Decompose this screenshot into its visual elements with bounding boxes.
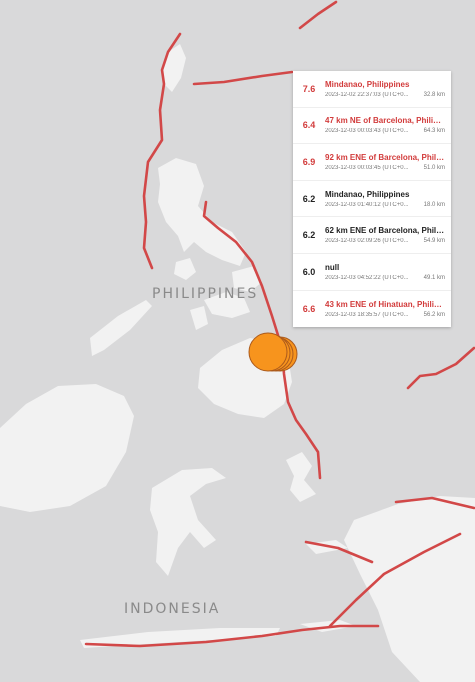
earthquake-meta: 2023-12-03 01:40:12 (UTC+0... 18.0 km: [325, 202, 445, 208]
magnitude-value: 6.9: [302, 156, 316, 167]
earthquake-depth: 56.2 km: [423, 311, 445, 318]
earthquake-depth: 64.3 km: [423, 128, 445, 135]
earthquake-depth: 54.9 km: [423, 238, 445, 245]
earthquake-meta: 2023-12-02 22:37:03 (UTC+0... 32.8 km: [325, 92, 445, 98]
magnitude-value: 6.2: [302, 193, 316, 204]
earthquake-place: 47 km NE of Barcelona, Philippines: [325, 116, 445, 126]
country-label-philippines: PHILIPPINES: [152, 286, 259, 302]
earthquake-meta: 2023-12-03 04:52:22 (UTC+0... 49.1 km: [325, 275, 445, 281]
earthquake-markers[interactable]: [248, 332, 298, 372]
earthquake-details: Mindanao, Philippines 2023-12-02 22:37:03…: [325, 80, 451, 98]
earthquake-time: 2023-12-02 22:37:03 (UTC+0...: [325, 91, 409, 98]
earthquake-list-item[interactable]: 6.6 43 km ENE of Hinatuan, Philippines 202…: [293, 291, 451, 328]
earthquake-place: 92 km ENE of Barcelona, Philippines: [325, 152, 445, 162]
earthquake-place: Mindanao, Philippines: [325, 189, 410, 199]
earthquake-details: 92 km ENE of Barcelona, Philippines 2023-…: [325, 153, 451, 171]
earthquake-list-item[interactable]: 7.6 Mindanao, Philippines 2023-12-02 22:37…: [293, 71, 451, 108]
earthquake-list-item[interactable]: 6.2 62 km ENE of Barcelona, Philippines 20…: [293, 217, 451, 254]
earthquake-list-item[interactable]: 6.9 92 km ENE of Barcelona, Philippines 20…: [293, 144, 451, 181]
magnitude-value: 7.6: [302, 83, 316, 94]
earthquake-list-panel: 7.6 Mindanao, Philippines 2023-12-02 22:37…: [293, 71, 451, 328]
earthquake-depth: 49.1 km: [423, 274, 445, 281]
magnitude-value: 6.6: [302, 303, 316, 314]
magnitude-value: 6.0: [302, 266, 316, 277]
magnitude-value: 6.2: [302, 230, 316, 241]
quake-marker: [248, 332, 288, 372]
earthquake-place: 43 km ENE of Hinatuan, Philippines: [325, 299, 445, 309]
earthquake-time: 2023-12-03 00:03:45 (UTC+0...: [325, 164, 409, 171]
earthquake-time: 2023-12-03 04:52:22 (UTC+0...: [325, 274, 409, 281]
earthquake-details: Mindanao, Philippines 2023-12-03 01:40:12…: [325, 190, 451, 208]
earthquake-details: 43 km ENE of Hinatuan, Philippines 2023-1…: [325, 300, 451, 318]
earthquake-meta: 2023-12-03 00:03:43 (UTC+0... 64.3 km: [325, 128, 445, 134]
earthquake-place: 62 km ENE of Barcelona, Philippines: [325, 226, 445, 236]
magnitude-value: 6.4: [302, 120, 316, 131]
earthquake-depth: 32.8 km: [423, 91, 445, 98]
earthquake-place: null: [325, 262, 340, 272]
earthquake-details: 47 km NE of Barcelona, Philippines 2023-1…: [325, 116, 451, 134]
earthquake-details: 62 km ENE of Barcelona, Philippines 2023-…: [325, 226, 451, 244]
earthquake-meta: 2023-12-03 18:35:57 (UTC+0... 56.2 km: [325, 312, 445, 318]
earthquake-list-item[interactable]: 6.2 Mindanao, Philippines 2023-12-03 01:40…: [293, 181, 451, 218]
country-label-indonesia: INDONESIA: [124, 601, 221, 617]
earthquake-depth: 18.0 km: [423, 201, 445, 208]
earthquake-time: 2023-12-03 01:40:12 (UTC+0...: [325, 201, 409, 208]
earthquake-time: 2023-12-03 02:09:26 (UTC+0...: [325, 238, 409, 245]
earthquake-list-item[interactable]: 6.4 47 km NE of Barcelona, Philippines 202…: [293, 108, 451, 145]
earthquake-list-item[interactable]: 6.0 null 2023-12-03 04:52:22 (UTC+0... 49.1…: [293, 254, 451, 291]
earthquake-meta: 2023-12-03 02:09:26 (UTC+0... 54.9 km: [325, 238, 445, 244]
earthquake-place: Mindanao, Philippines: [325, 79, 410, 89]
earthquake-meta: 2023-12-03 00:03:45 (UTC+0... 51.0 km: [325, 165, 445, 171]
map-view[interactable]: PHILIPPINES INDONESIA 7.6 Mindanao, Phili…: [0, 0, 475, 682]
earthquake-details: null 2023-12-03 04:52:22 (UTC+0... 49.1 km: [325, 263, 451, 281]
earthquake-time: 2023-12-03 00:03:43 (UTC+0...: [325, 128, 409, 135]
earthquake-depth: 51.0 km: [423, 164, 445, 171]
earthquake-time: 2023-12-03 18:35:57 (UTC+0...: [325, 311, 409, 318]
